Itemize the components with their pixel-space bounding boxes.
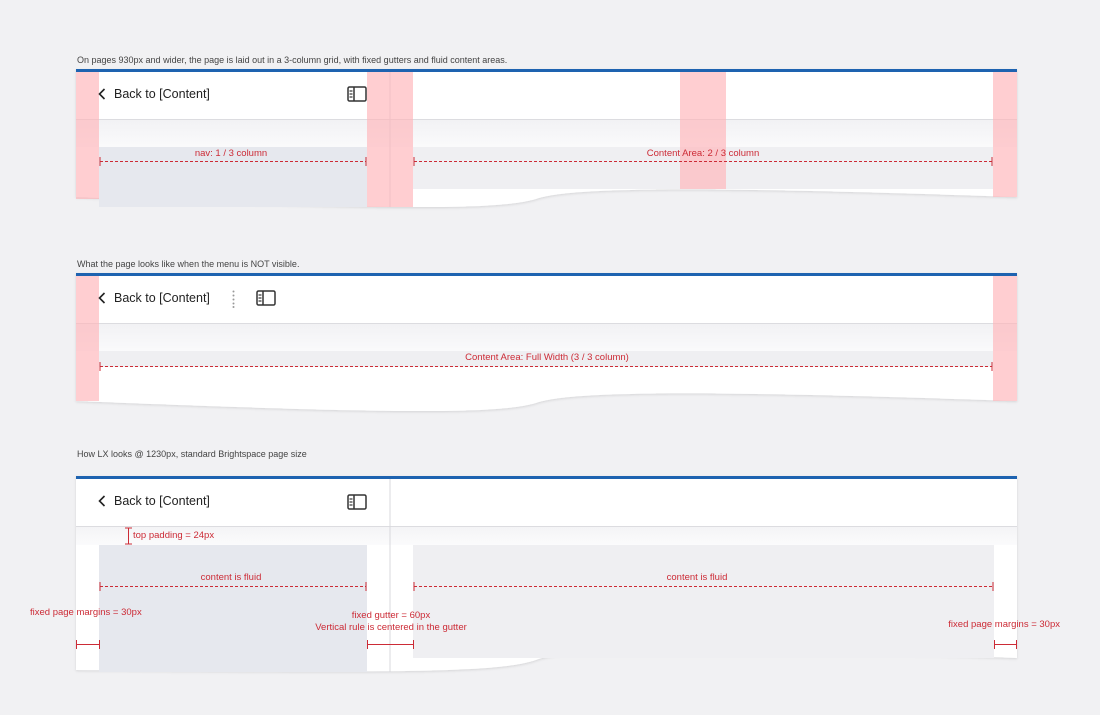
- content-fluid-label: content is fluid: [666, 572, 728, 583]
- back-to-content-link[interactable]: Back to [Content]: [98, 291, 210, 305]
- right-margin-overlay: [993, 276, 1017, 401]
- diagram1-caption: On pages 930px and wider, the page is la…: [77, 55, 508, 65]
- back-to-content-label: Back to [Content]: [114, 87, 210, 101]
- brand-top-bar: [76, 273, 1017, 276]
- gutter-label-line2: Vertical rule is centered in the gutter: [315, 622, 467, 633]
- diagram2-frame: [76, 273, 1017, 412]
- left-margin-overlay: [76, 72, 99, 199]
- back-to-content-link[interactable]: Back to [Content]: [98, 494, 210, 508]
- subheader-band: [76, 527, 1017, 545]
- diagram2-page-mockup: Back to [Content] Content Area: Full Wid…: [76, 273, 1017, 413]
- sidebar-toggle-icon[interactable]: [347, 86, 367, 102]
- right-margin-label: fixed page margins = 30px: [948, 619, 1060, 630]
- right-margin-overlay: [993, 72, 1017, 197]
- chevron-left-icon: [98, 292, 106, 304]
- diagram2-caption: What the page looks like when the menu i…: [77, 259, 300, 269]
- nav-fluid-label: content is fluid: [200, 572, 262, 583]
- back-to-content-label: Back to [Content]: [114, 291, 210, 305]
- content-area-fill: [413, 545, 994, 658]
- left-margin-overlay: [76, 276, 99, 401]
- chevron-left-icon: [98, 88, 106, 100]
- nav-column-label: nav: 1 / 3 column: [194, 148, 268, 159]
- vertical-dots-icon: [232, 290, 235, 308]
- content-area-label: Content Area: 2 / 3 column: [646, 148, 760, 159]
- back-to-content-label: Back to [Content]: [114, 494, 210, 508]
- diagram3-page-mockup: Back to [Content] top padding = 24px con…: [76, 476, 1017, 676]
- subheader-band: [76, 120, 1017, 147]
- gutter-label: fixed gutter = 60px Vertical rule is cen…: [315, 610, 467, 634]
- sidebar-toggle-icon[interactable]: [347, 494, 367, 510]
- sidebar-toggle-icon[interactable]: [256, 290, 276, 306]
- back-to-content-link[interactable]: Back to [Content]: [98, 87, 210, 101]
- chevron-left-icon: [98, 495, 106, 507]
- full-width-content-label: Content Area: Full Width (3 / 3 column): [465, 352, 629, 363]
- diagram1-page-mockup: Back to [Content] nav: 1 / 3 column Cont…: [76, 69, 1017, 209]
- brand-top-bar: [76, 69, 1017, 72]
- content-gutter-overlay: [680, 72, 726, 189]
- brand-top-bar: [76, 476, 1017, 479]
- center-gutter-overlay: [367, 72, 413, 207]
- gutter-label-line1: fixed gutter = 60px: [351, 610, 431, 621]
- subheader-band: [76, 324, 1017, 351]
- diagram3-caption: How LX looks @ 1230px, standard Brightsp…: [77, 449, 307, 459]
- diagram1-frame: [76, 69, 1017, 208]
- top-padding-label: top padding = 24px: [133, 530, 215, 541]
- left-margin-label: fixed page margins = 30px: [30, 607, 142, 618]
